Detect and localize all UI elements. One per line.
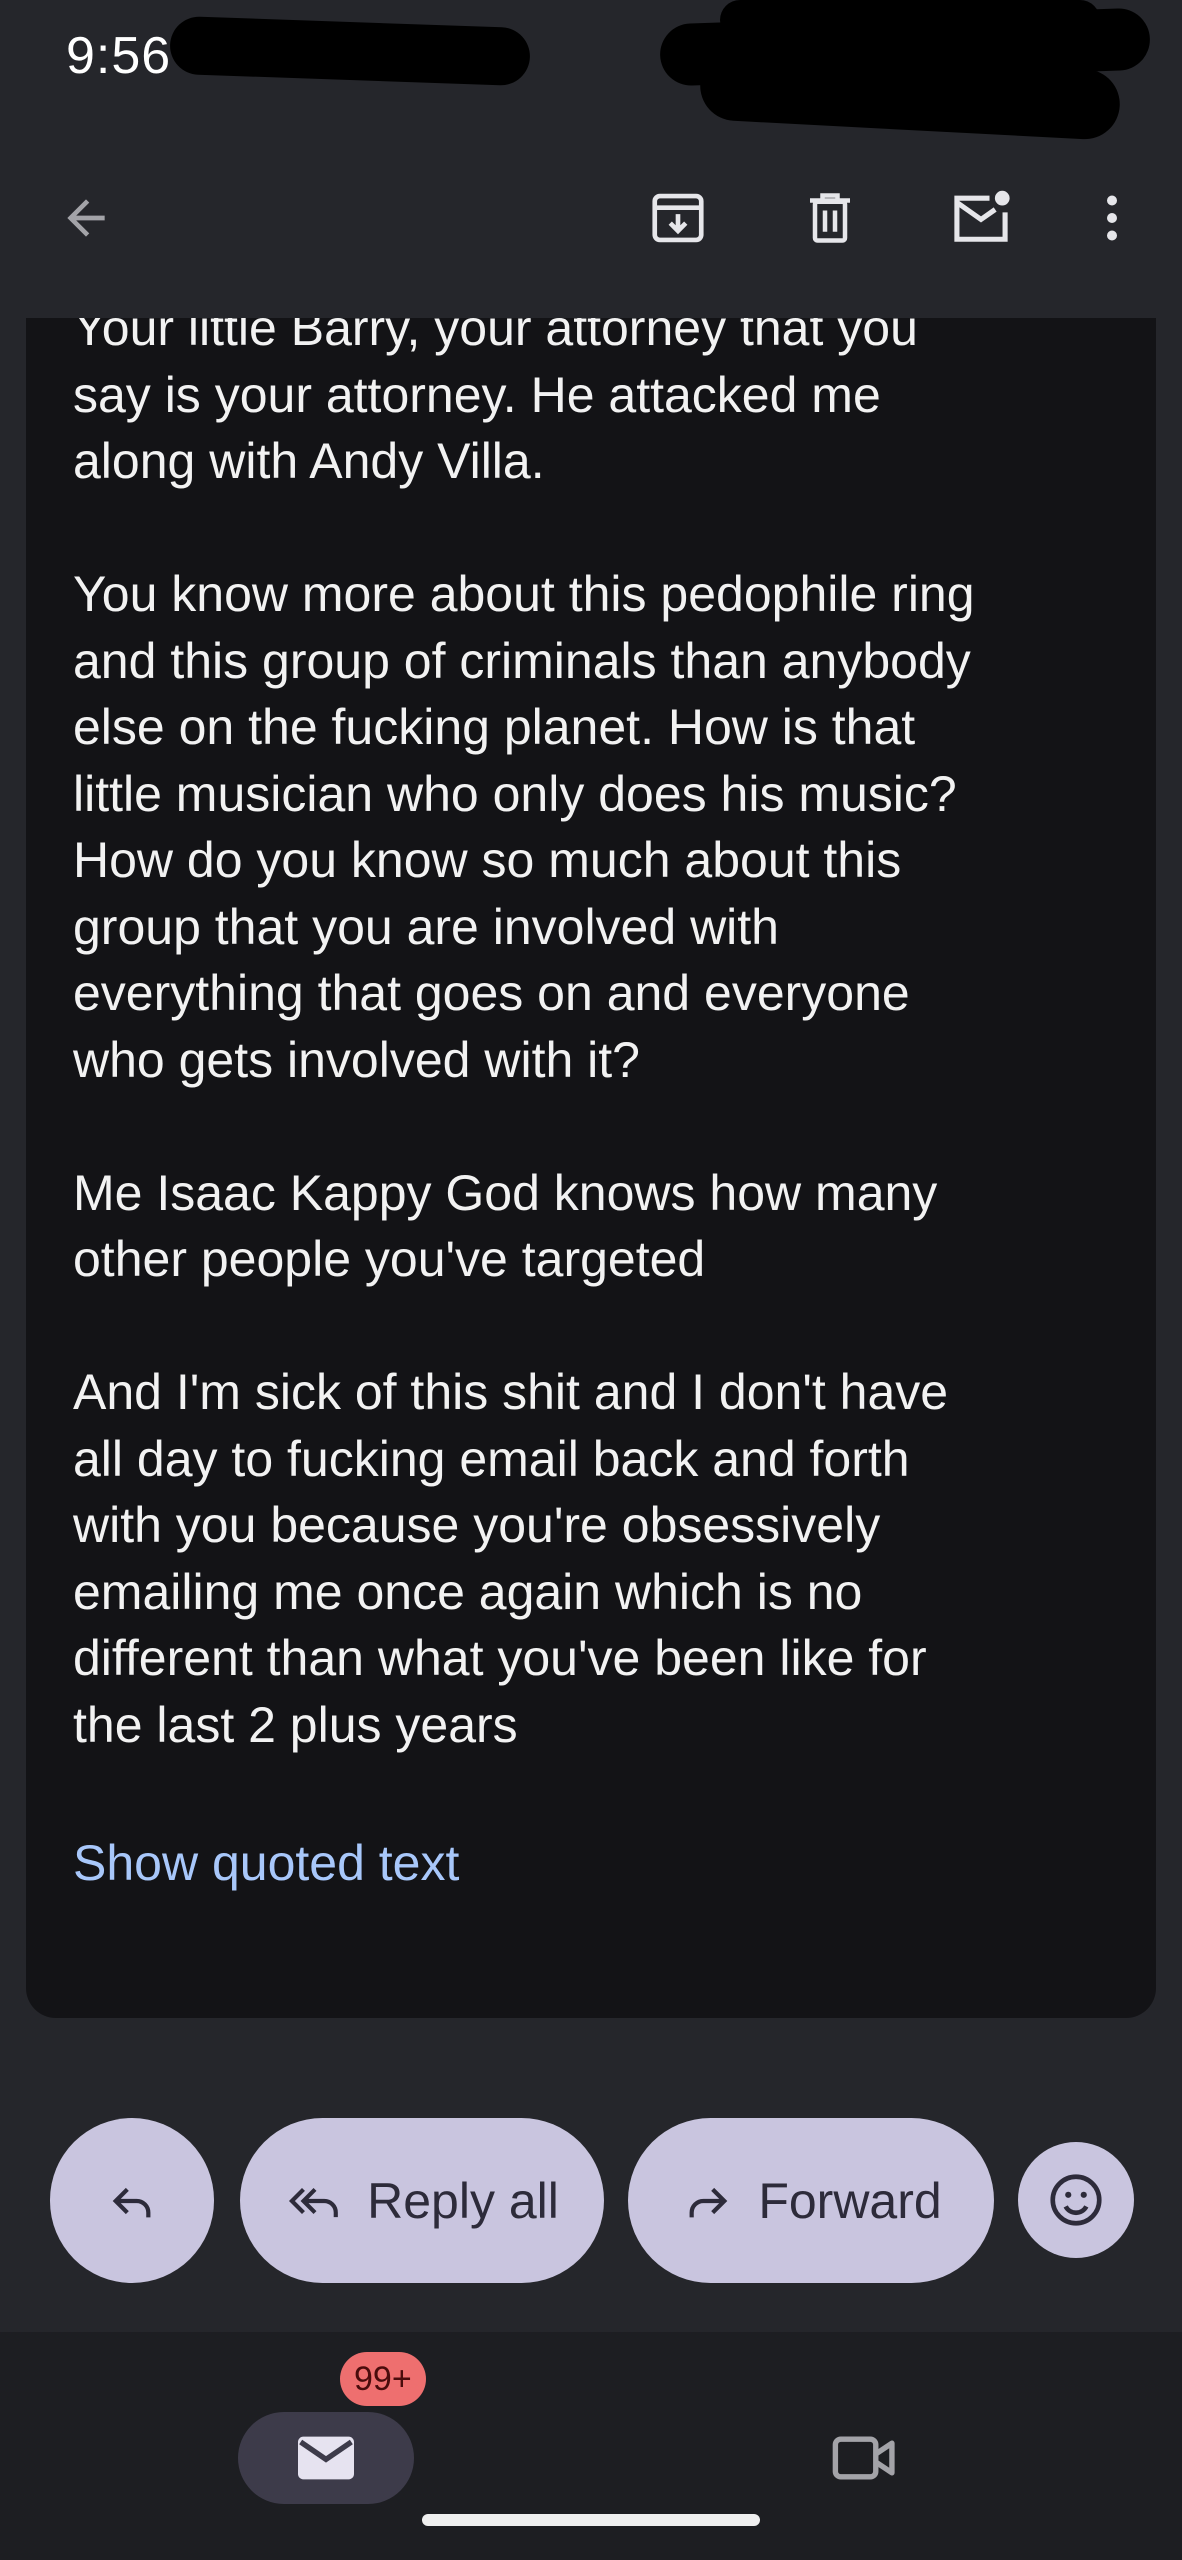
mark-unread-icon (954, 190, 1010, 242)
forward-button[interactable]: Forward (628, 2118, 994, 2283)
status-time: 9:56 (66, 27, 172, 85)
archive-button[interactable] (638, 178, 718, 258)
archive-icon (652, 193, 704, 243)
more-options-button[interactable] (1072, 178, 1152, 258)
show-quoted-text-link[interactable]: Show quoted text (73, 1830, 459, 1896)
forward-label: Forward (758, 2172, 942, 2229)
nav-tab-meet[interactable] (815, 2412, 915, 2504)
reply-icon (112, 2187, 151, 2217)
redaction-mark (169, 15, 531, 87)
reply-actions: Reply all Forward (0, 2118, 1182, 2283)
email-paragraph: You know more about this pedophile ring … (73, 566, 975, 1088)
email-screen: 9:56 Your little Barry, your attorney th… (0, 0, 1182, 2560)
forward-icon (689, 2187, 728, 2217)
reply-all-button[interactable]: Reply all (240, 2118, 604, 2283)
mark-unread-button[interactable] (941, 178, 1021, 258)
emoji-reaction-button[interactable] (1018, 2142, 1134, 2258)
arrow-back-icon (67, 199, 105, 237)
back-button[interactable] (46, 178, 126, 258)
delete-button[interactable] (790, 178, 870, 258)
status-bar: 9:56 (0, 0, 1182, 141)
reply-button[interactable] (50, 2118, 214, 2283)
email-body-card: Your little Barry, your attorney that yo… (26, 318, 1156, 2018)
video-camera-icon (832, 2436, 895, 2480)
reply-all-label: Reply all (367, 2172, 559, 2229)
email-paragraph: Me Isaac Kappy God knows how many other … (73, 1164, 938, 1288)
reply-all-icon (289, 2187, 338, 2217)
mail-icon (298, 2436, 354, 2480)
home-indicator[interactable] (422, 2514, 760, 2526)
top-app-bar (0, 150, 1182, 285)
email-paragraph: And I'm sick of this shit and I don't ha… (73, 1364, 949, 1753)
nav-tab-mail[interactable] (238, 2412, 414, 2504)
email-body: Your little Barry, your attorney that yo… (73, 318, 1133, 1825)
unread-count-badge: 99+ (340, 2352, 426, 2406)
smiley-icon (1050, 2174, 1102, 2226)
more-vert-icon (1107, 195, 1117, 241)
trash-icon (810, 193, 850, 243)
email-paragraph: Your little Barry, your attorney that yo… (73, 318, 918, 489)
